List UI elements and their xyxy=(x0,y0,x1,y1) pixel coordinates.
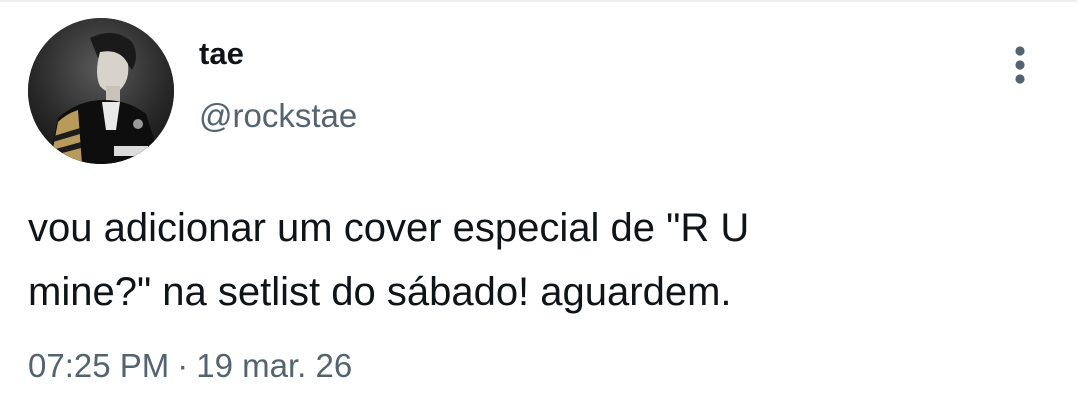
tweet-card: tae @rockstae vou adicionar um cover esp… xyxy=(0,0,1077,419)
meta-separator: · xyxy=(177,347,189,384)
tweet-date[interactable]: 19 mar. 26 xyxy=(196,345,352,387)
more-vertical-icon xyxy=(1015,46,1025,84)
user-handle[interactable]: @rockstae xyxy=(199,96,357,136)
tweet-time[interactable]: 07:25 PM xyxy=(28,345,169,387)
avatar[interactable] xyxy=(28,18,174,164)
display-name[interactable]: tae xyxy=(199,34,244,74)
tweet-text: vou adicionar um cover especial de "R U … xyxy=(28,206,750,314)
tweet-metadata: 07:25 PM · 19 mar. 26 xyxy=(28,345,352,387)
top-divider xyxy=(0,0,1077,2)
more-options-button[interactable] xyxy=(1002,42,1038,88)
avatar-image xyxy=(28,18,174,164)
